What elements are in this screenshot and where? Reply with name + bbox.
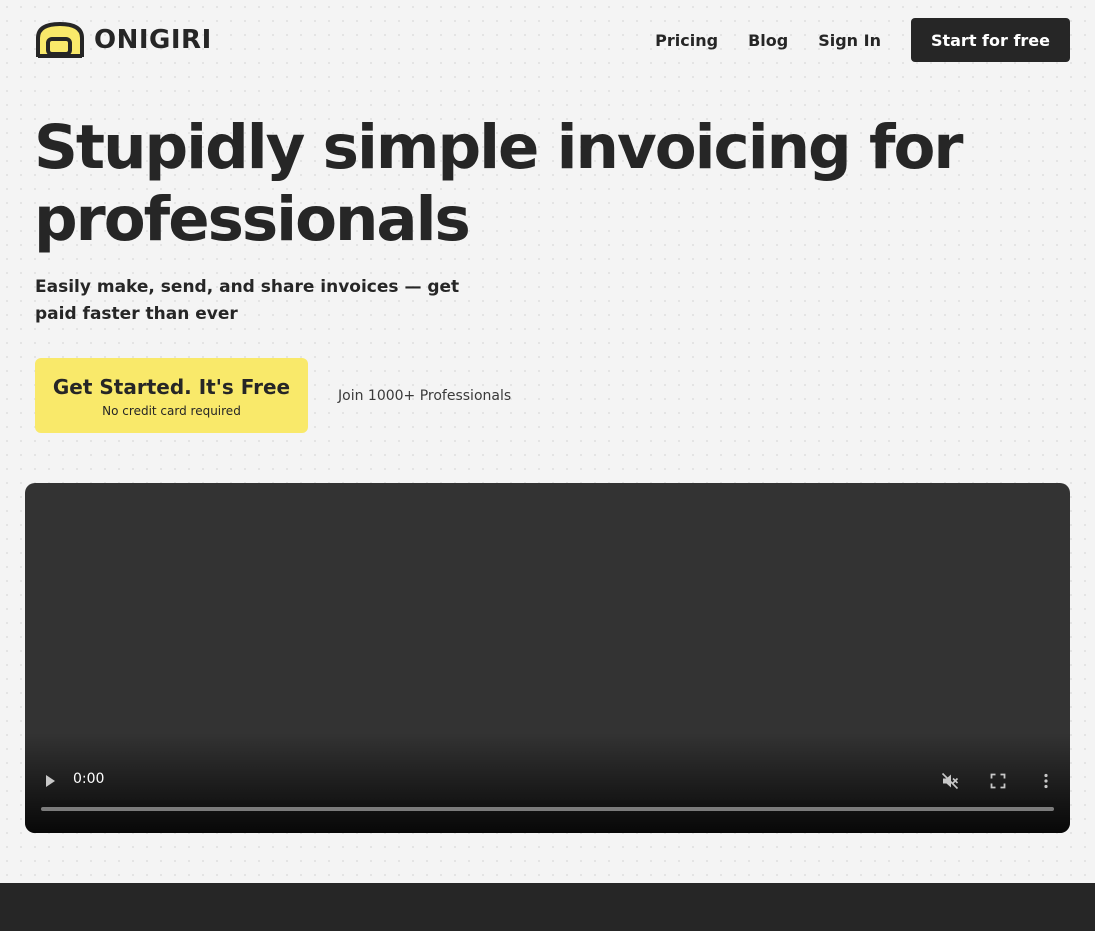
hero-title: Stupidly simple invoicing for profession… (34, 112, 963, 255)
nav-link-blog[interactable]: Blog (748, 31, 788, 50)
get-started-button[interactable]: Get Started. It's Free No credit card re… (35, 358, 308, 433)
onigiri-icon (34, 20, 88, 60)
nav-link-pricing[interactable]: Pricing (655, 31, 718, 50)
demo-video-player[interactable]: 0:00 (25, 483, 1070, 833)
video-progress-bar[interactable] (41, 807, 1054, 811)
hero-cta-row: Get Started. It's Free No credit card re… (35, 358, 511, 433)
start-for-free-button[interactable]: Start for free (910, 18, 1070, 62)
social-proof-text: Join 1000+ Professionals (338, 387, 512, 404)
main-nav: Pricing Blog Sign In Start for free (655, 18, 1070, 62)
get-started-label: Get Started. It's Free (52, 374, 291, 399)
landing-page: ONIGIRI Pricing Blog Sign In Start for f… (0, 0, 1095, 931)
logo[interactable]: ONIGIRI (34, 20, 212, 60)
fullscreen-icon[interactable] (986, 769, 1010, 793)
more-vertical-icon[interactable] (1034, 769, 1058, 793)
nav-link-sign-in[interactable]: Sign In (818, 31, 881, 50)
logo-wordmark: ONIGIRI (94, 25, 212, 55)
volume-muted-icon[interactable] (938, 769, 962, 793)
video-current-time: 0:00 (73, 771, 105, 787)
play-icon[interactable] (38, 769, 62, 793)
hero-subtitle: Easily make, send, and share invoices — … (35, 277, 460, 324)
video-controls: 0:00 (25, 753, 1070, 833)
no-credit-card-note: No credit card required (102, 403, 241, 418)
site-header: ONIGIRI Pricing Blog Sign In Start for f… (0, 0, 1095, 80)
next-section-band (0, 883, 1095, 931)
